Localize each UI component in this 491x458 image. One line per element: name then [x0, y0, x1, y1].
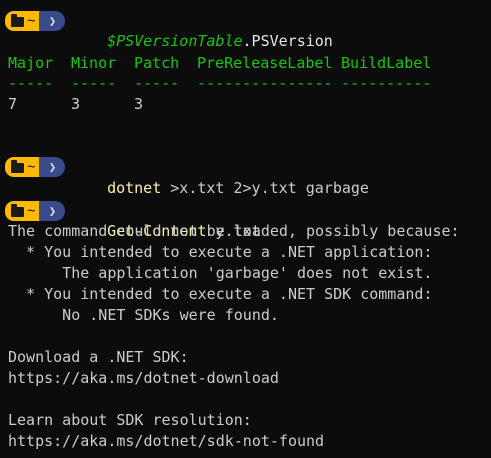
header-major: Major — [8, 54, 54, 72]
terminal-window[interactable]: { "prompt": { "folder_label": "~", "arro… — [0, 0, 491, 458]
command-line-1[interactable]: $PSVersionTable.PSVersion — [89, 10, 333, 50]
prompt-folder-segment: ~ — [5, 201, 40, 221]
command-name: dotnet — [107, 179, 162, 197]
version-table-row: 7 3 3 — [8, 94, 478, 115]
prompt-arrow-segment: ❯ — [39, 11, 66, 31]
prompt-folder-label: ~ — [27, 159, 36, 175]
command-property: .PSVersion — [242, 32, 333, 50]
output-line: The command could not be loaded, possibl… — [8, 222, 460, 240]
prompt-folder-segment: ~ — [5, 157, 40, 177]
output-link[interactable]: https://aka.ms/dotnet/sdk-not-found — [8, 431, 324, 452]
chevron-right-icon: ❯ — [48, 14, 57, 28]
value-minor: 3 — [71, 95, 81, 113]
command-line-3[interactable]: Get-Content y.txt — [89, 200, 261, 240]
chevron-right-icon: ❯ — [48, 204, 57, 218]
value-patch: 3 — [134, 95, 144, 113]
command-variable: $PSVersionTable — [107, 32, 243, 50]
separator-prerelease-label: --------------- — [197, 74, 333, 92]
prompt-3: ~ ❯ — [5, 201, 66, 221]
output-link[interactable]: https://aka.ms/dotnet-download — [8, 368, 279, 389]
header-patch: Patch — [134, 54, 180, 72]
prompt-folder-label: ~ — [27, 203, 36, 219]
prompt-arrow-segment: ❯ — [39, 157, 66, 177]
chevron-right-icon: ❯ — [48, 160, 57, 174]
output-line: The application 'garbage' does not exist… — [8, 264, 433, 282]
command-line-2[interactable]: dotnet >x.txt 2>y.txt garbage — [89, 157, 369, 197]
prompt-1: ~ ❯ — [5, 11, 66, 31]
prompt-folder-label: ~ — [27, 13, 36, 29]
output-line: No .NET SDKs were found. — [8, 306, 279, 324]
prompt-2: ~ ❯ — [5, 157, 66, 177]
separator-major: ----- — [8, 74, 54, 92]
output-line: Learn about SDK resolution: — [8, 411, 252, 429]
value-major: 7 — [8, 95, 18, 113]
prompt-folder-segment: ~ — [5, 11, 40, 31]
header-build-label: BuildLabel — [341, 54, 432, 72]
separator-patch: ----- — [134, 74, 180, 92]
folder-icon — [11, 204, 24, 217]
command-args: >x.txt 2>y.txt garbage — [161, 179, 369, 197]
header-prerelease-label: PreReleaseLabel — [197, 54, 333, 72]
output-line: * You intended to execute a .NET SDK com… — [8, 285, 433, 303]
output-line: * You intended to execute a .NET applica… — [8, 243, 433, 261]
separator-minor: ----- — [71, 74, 117, 92]
header-minor: Minor — [71, 54, 117, 72]
version-table-separator: ----- ----- ----- --------------- ------… — [8, 73, 478, 94]
version-table-header: Major Minor Patch PreReleaseLabel BuildL… — [8, 53, 478, 74]
folder-icon — [11, 14, 24, 27]
folder-icon — [11, 160, 24, 173]
separator-build-label: ---------- — [341, 74, 432, 92]
prompt-arrow-segment: ❯ — [39, 201, 66, 221]
output-line: Download a .NET SDK: — [8, 348, 189, 366]
